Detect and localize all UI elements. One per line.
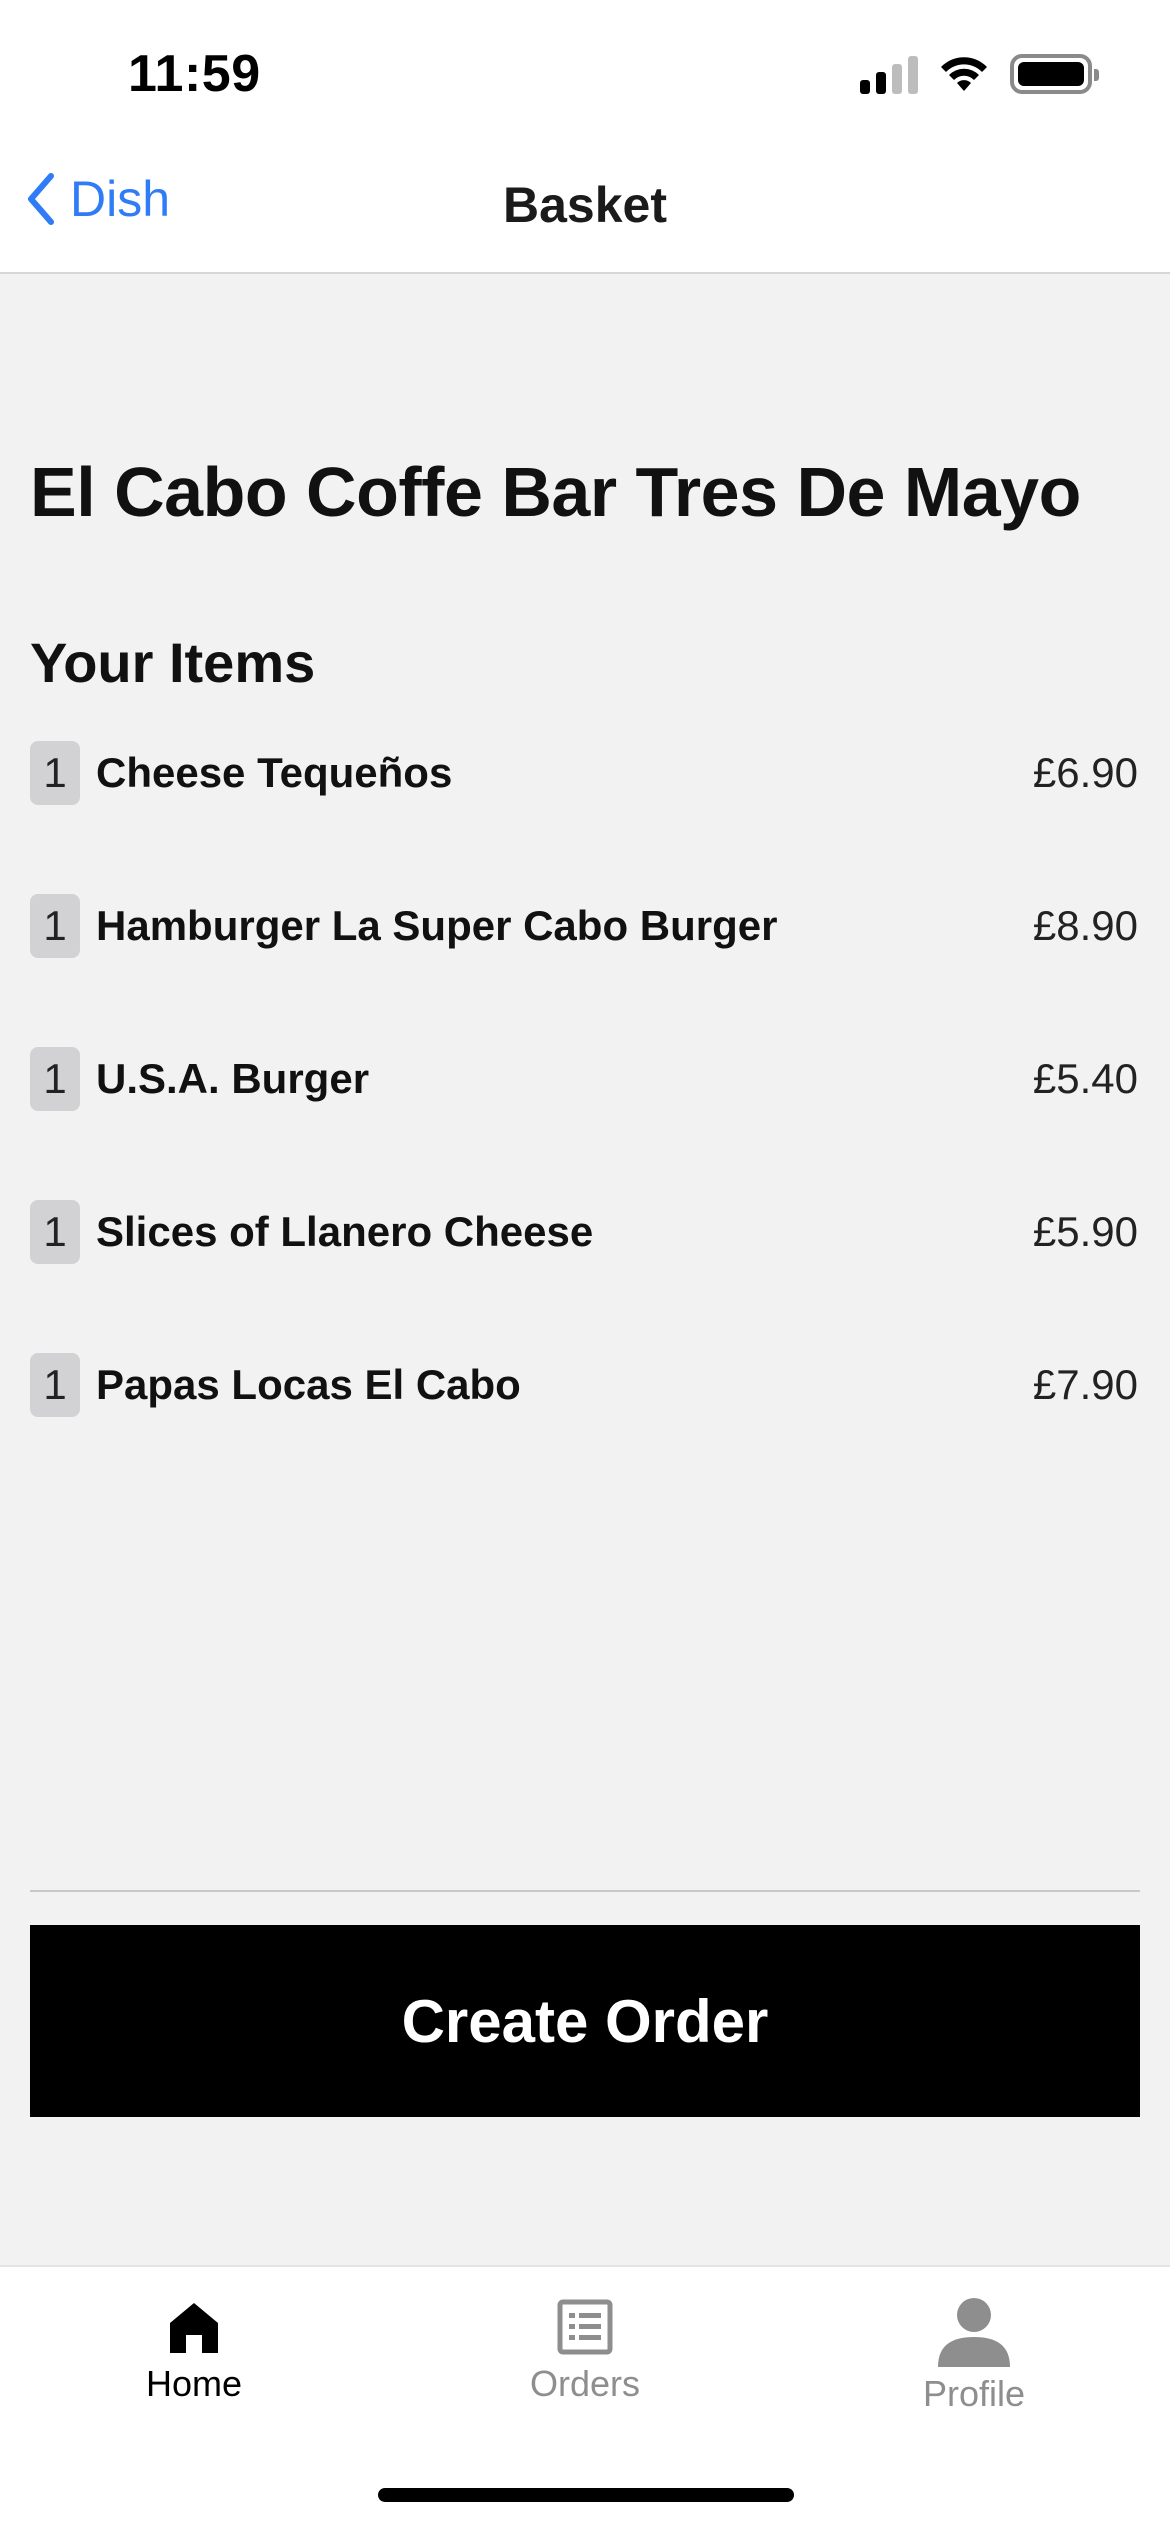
- person-icon: [938, 2298, 1010, 2367]
- wifi-icon: [941, 57, 987, 91]
- tab-label: Orders: [529, 2363, 641, 2404]
- tab-label: Profile: [922, 2373, 1026, 2414]
- item-price: £5.40: [1032, 1055, 1138, 1102]
- battery-icon: [1010, 54, 1099, 94]
- item-quantity: 1: [30, 1353, 80, 1417]
- items-heading: Your Items: [30, 631, 316, 694]
- tab-orders[interactable]: Orders: [465, 2297, 705, 2405]
- basket-item[interactable]: 1 U.S.A. Burger £5.40: [30, 1047, 1138, 1111]
- item-name: Papas Locas El Cabo: [96, 1361, 521, 1408]
- item-quantity: 1: [30, 1200, 80, 1264]
- item-name: Slices of Llanero Cheese: [96, 1208, 594, 1255]
- basket-item[interactable]: 1 Hamburger La Super Cabo Burger £8.90: [30, 894, 1138, 958]
- item-quantity: 1: [30, 1047, 80, 1111]
- basket-item[interactable]: 1 Cheese Tequeños £6.90: [30, 741, 1138, 805]
- status-time: 11:59: [128, 45, 261, 103]
- item-price: £6.90: [1032, 749, 1138, 796]
- item-price: £5.90: [1032, 1208, 1138, 1255]
- basket-item[interactable]: 1 Papas Locas El Cabo £7.90: [30, 1353, 1138, 1417]
- home-indicator[interactable]: [378, 2488, 794, 2502]
- divider: [30, 1890, 1140, 1892]
- tab-profile[interactable]: Profile: [854, 2297, 1094, 2415]
- page-title: Basket: [503, 177, 667, 233]
- cellular-signal-icon: [860, 54, 918, 94]
- item-name: Cheese Tequeños: [96, 749, 453, 796]
- status-icons: [860, 54, 1099, 94]
- item-price: £8.90: [1032, 902, 1138, 949]
- item-quantity: 1: [30, 894, 80, 958]
- restaurant-name: El Cabo Coffe Bar Tres De Mayo: [30, 453, 1081, 531]
- item-name: Hamburger La Super Cabo Burger: [96, 902, 778, 949]
- item-price: £7.90: [1032, 1361, 1138, 1408]
- tab-home[interactable]: Home: [74, 2297, 314, 2405]
- create-order-button[interactable]: Create Order: [30, 1925, 1140, 2117]
- item-name: U.S.A. Burger: [96, 1055, 370, 1102]
- list-icon: [557, 2299, 613, 2355]
- basket-item[interactable]: 1 Slices of Llanero Cheese £5.90: [30, 1200, 1138, 1264]
- tab-label: Home: [145, 2363, 243, 2404]
- top-bar: 11:59 Dish Basket: [0, 0, 1170, 274]
- item-quantity: 1: [30, 741, 80, 805]
- home-icon: [170, 2303, 218, 2353]
